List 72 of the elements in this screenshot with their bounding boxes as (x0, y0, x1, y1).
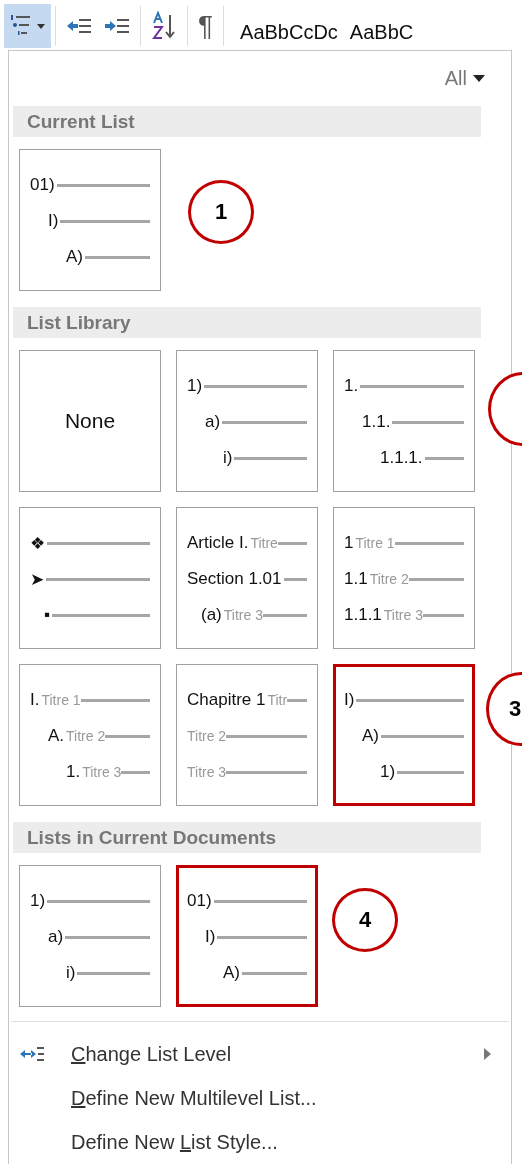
section-header: Current List (13, 106, 481, 137)
list-heading-text: Titre 2 (66, 728, 106, 744)
list-number: A. (48, 726, 65, 746)
list-number: Chapitre 1 (187, 690, 266, 710)
list-number: 01) (187, 891, 212, 911)
list-number: I) (205, 927, 216, 947)
multilevel-button[interactable] (4, 4, 51, 48)
list-number: Section 1.01 (187, 569, 282, 589)
list-style-option[interactable]: 01) I) A) (176, 865, 318, 1007)
list-number: 1. (344, 376, 359, 396)
section-header: List Library (13, 307, 481, 338)
list-style-option[interactable]: 01) I) A) (19, 149, 161, 291)
list-level-icon (19, 1045, 45, 1063)
list-number: I) (344, 690, 355, 710)
submenu-arrow-icon (484, 1048, 491, 1060)
menu-item[interactable]: Change List Level (11, 1032, 509, 1076)
list-number: ➤ (30, 568, 44, 590)
list-number: 1.1. (362, 412, 391, 432)
list-style-option[interactable]: None (19, 350, 161, 492)
list-number: Article I. (187, 533, 249, 553)
list-number: i) (223, 448, 233, 468)
list-heading-text: Titre (250, 535, 278, 551)
list-heading-text: Titre 3 (383, 607, 423, 623)
caret-icon (473, 75, 485, 82)
decrease-indent-icon (66, 16, 92, 36)
list-number: i) (66, 963, 76, 983)
list-number: 1) (187, 376, 203, 396)
list-number: 01) (30, 175, 55, 195)
list-style-option[interactable]: 1Titre 1 1.1 Titre 2 1.1.1 Titre 3 (333, 507, 475, 649)
list-number: a) (48, 927, 64, 947)
list-style-option[interactable]: I.Titre 1 A.Titre 2 1.Titre 3 (19, 664, 161, 806)
list-number: I. (30, 690, 40, 710)
list-number: 1.1.1. (380, 448, 423, 468)
list-number: 1.1 (344, 569, 368, 589)
style-preview[interactable]: AaBbCcDc (240, 8, 338, 44)
list-number: 1) (380, 762, 396, 782)
sort-icon (151, 11, 177, 41)
list-style-option[interactable]: 1) a) i) (19, 865, 161, 1007)
filter-dropdown[interactable]: All (444, 67, 485, 90)
list-number: I) (48, 211, 59, 231)
list-style-option[interactable]: Chapitre 1Titr Titre 2 Titre 3 (176, 664, 318, 806)
list-heading-text: Titre 3 (82, 764, 122, 780)
list-style-option[interactable]: Article I.Titre Section 1.01 (a)Titre 3 (176, 507, 318, 649)
list-heading-text: Titre 3 (223, 607, 263, 623)
list-number: ❖ (30, 532, 45, 554)
list-heading-text: Titre 2 (369, 571, 409, 587)
list-number: 1.1.1 (344, 605, 382, 625)
menu-item[interactable]: Define New Multilevel List... (11, 1076, 509, 1120)
style-preview[interactable]: AaBbC (349, 8, 414, 44)
menu-item[interactable]: Define New List Style... (11, 1120, 509, 1164)
list-number: A) (362, 726, 379, 746)
list-number: 1. (66, 762, 81, 782)
list-number: A) (66, 247, 83, 267)
list-number: 1 (344, 533, 354, 553)
list-heading-text: Titr (267, 692, 288, 708)
list-style-option[interactable]: 1. 1.1. 1.1.1. (333, 350, 475, 492)
list-number: (a) (201, 605, 222, 625)
list-number: a) (205, 412, 221, 432)
list-heading-text: Titre 1 (41, 692, 81, 708)
list-style-option[interactable]: 1) a) i) (176, 350, 318, 492)
list-number: 1) (30, 891, 46, 911)
increase-indent-icon (104, 16, 130, 36)
caret-icon (37, 23, 45, 29)
list-heading-text: Titre 2 (187, 728, 227, 744)
section-header: Lists in Current Documents (13, 822, 481, 853)
list-heading-text: Titre 1 (355, 535, 395, 551)
list-number: ▪ (44, 605, 51, 625)
list-style-option[interactable]: ❖ ➤ ▪ (19, 507, 161, 649)
list-style-option[interactable]: I) A) 1) (333, 664, 475, 806)
list-number: A) (223, 963, 240, 983)
list-heading-text: Titre 3 (187, 764, 227, 780)
show-formatting-button[interactable]: ¶ (192, 4, 220, 48)
